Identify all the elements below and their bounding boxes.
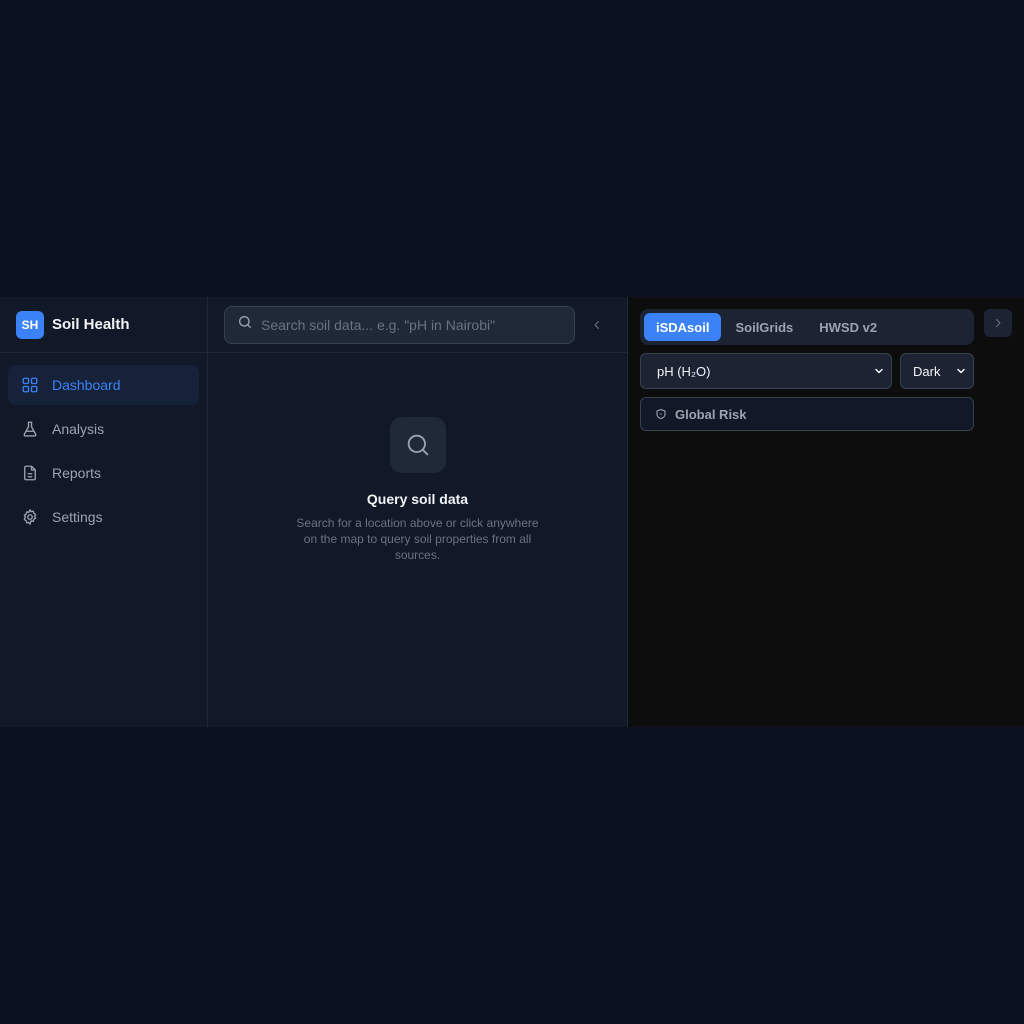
search-input[interactable] — [261, 316, 574, 333]
empty-state-description: Search for a location above or click any… — [296, 516, 539, 562]
sidebar-item-label: Reports — [52, 465, 102, 481]
gear-icon — [20, 507, 40, 527]
brand-logo: SH — [16, 310, 44, 339]
data-source-tabs: iSDAsoil SoilGrids HWSD v2 — [640, 309, 974, 345]
map-view[interactable]: iSDAsoil SoilGrids HWSD v2 pH (H₂O) Dark… — [628, 297, 1024, 727]
collapse-panel-button[interactable] — [589, 317, 605, 333]
empty-state-search-icon — [389, 417, 446, 473]
sidebar: SH Soil Health Dashboard Analysis Report… — [0, 297, 208, 727]
sidebar-item-dashboard[interactable]: Dashboard — [8, 365, 199, 405]
shield-icon — [656, 408, 666, 420]
chevron-right-icon — [995, 318, 1001, 328]
app-window: SH Soil Health Dashboard Analysis Report… — [0, 297, 1024, 727]
grid-icon — [20, 375, 40, 395]
brand[interactable]: SH Soil Health — [0, 297, 207, 353]
sidebar-item-settings[interactable]: Settings — [8, 497, 199, 537]
flask-icon — [20, 419, 40, 439]
sidebar-item-reports[interactable]: Reports — [8, 453, 199, 493]
query-panel: Query soil data Search for a location ab… — [208, 297, 628, 727]
tab-isdasoil[interactable]: iSDAsoil — [644, 313, 722, 341]
sidebar-item-label: Dashboard — [52, 377, 121, 393]
tab-hwsd-v2[interactable]: HWSD v2 — [807, 313, 889, 341]
layer-select-value: pH (H₂O) — [657, 363, 711, 379]
map-controls: pH (H₂O) Dark — [640, 353, 974, 389]
chevron-down-icon — [957, 368, 965, 374]
empty-state-title: Query soil data — [366, 491, 469, 507]
brand-name: Soil Health — [52, 316, 130, 333]
empty-state: Query soil data Search for a location ab… — [208, 353, 627, 727]
theme-select[interactable]: Dark — [900, 353, 974, 389]
search-box[interactable] — [224, 305, 575, 344]
sidebar-item-analysis[interactable]: Analysis — [8, 409, 199, 449]
sidebar-nav: Dashboard Analysis Reports Settings — [0, 353, 207, 549]
global-risk-label: Global Risk — [675, 406, 747, 422]
panel-header — [208, 297, 627, 353]
search-icon — [237, 314, 253, 335]
chevron-down-icon — [875, 368, 883, 374]
sidebar-item-label: Analysis — [52, 421, 105, 437]
tab-soilgrids[interactable]: SoilGrids — [723, 313, 805, 341]
expand-panel-button[interactable] — [984, 309, 1012, 337]
global-risk-button[interactable]: Global Risk — [640, 397, 974, 431]
layer-select[interactable]: pH (H₂O) — [640, 353, 892, 389]
theme-select-value: Dark — [913, 363, 941, 379]
sidebar-item-label: Settings — [52, 509, 103, 525]
document-icon — [20, 463, 40, 483]
chevron-left-icon — [594, 320, 600, 329]
